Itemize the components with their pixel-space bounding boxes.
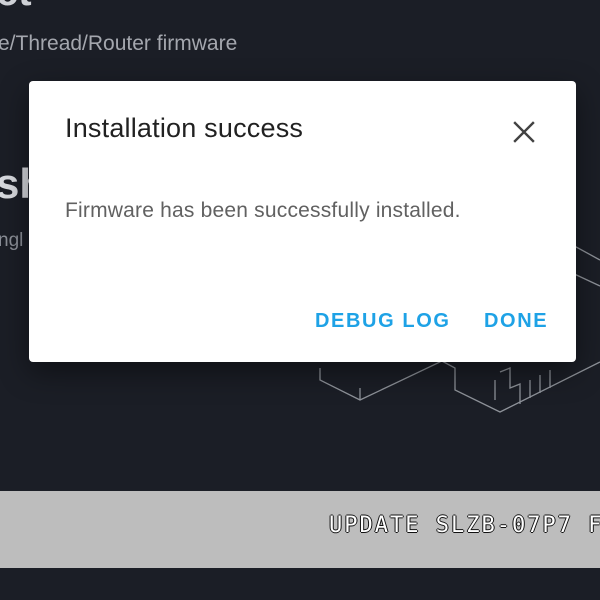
installation-success-dialog: Installation success Firmware has been s… — [29, 81, 576, 362]
page: ct e/Thread/Router firmware sh ngl UPDAT… — [0, 0, 600, 600]
close-icon — [513, 121, 535, 143]
close-button[interactable] — [507, 115, 541, 149]
dialog-title: Installation success — [65, 113, 304, 143]
debug-log-button[interactable]: DEBUG LOG — [315, 310, 451, 333]
done-button[interactable]: DONE — [484, 310, 548, 333]
dialog-message: Firmware has been successfully installed… — [65, 199, 461, 222]
